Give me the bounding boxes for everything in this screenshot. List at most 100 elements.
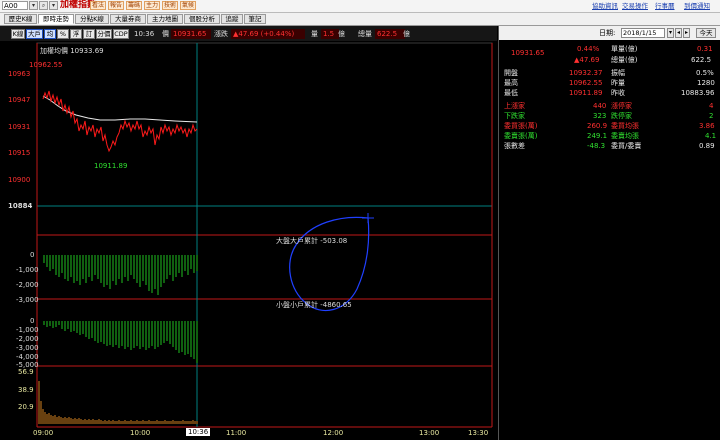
stat-value: 10911.89 <box>569 89 603 97</box>
menu-tab[interactable]: 看法 <box>90 1 106 10</box>
tab-tracking[interactable]: 追蹤 <box>221 14 243 24</box>
stat-value: 4.1 <box>705 132 717 140</box>
dropdown-icon[interactable]: ▾ <box>29 1 38 10</box>
big-axis-tick: -3,000 <box>16 296 39 304</box>
total-volume-value: 622.5 <box>691 56 712 64</box>
tab-notes[interactable]: 筆記 <box>244 14 266 24</box>
volume-axis-tick: 38.9 <box>18 386 34 394</box>
time-axis-tick: 13:00 <box>419 429 440 437</box>
tab-large-broker[interactable]: 大量券商 <box>110 14 146 24</box>
time-axis-tick: 11:00 <box>226 429 247 437</box>
price-value: 10931.65 <box>171 29 211 39</box>
next-day-icon[interactable]: ▸ <box>683 28 690 38</box>
stat-value: 10883.96 <box>681 89 715 97</box>
cdp-button[interactable]: CDP <box>113 29 129 39</box>
link-help[interactable]: 協助資訊 <box>592 1 618 11</box>
stat-value: 323 <box>593 112 607 120</box>
date-bar: 日期: 2018/1/15 ▾ ◂ ▸ 今天 <box>499 26 720 40</box>
stat-label: 委賣均張 <box>611 132 639 140</box>
price-axis-tick: 10884 <box>8 202 33 210</box>
date-input[interactable]: 2018/1/15 <box>621 28 665 38</box>
link-price-alert[interactable]: 到價通知 <box>684 1 710 11</box>
order-row: 委賣張(萬) 249.1 委賣均張 4.1 <box>499 132 720 141</box>
time-axis-tick: 12:00 <box>323 429 344 437</box>
big-axis-tick: -1,000 <box>16 266 39 274</box>
stat-label: 昨量 <box>611 79 625 87</box>
link-calendar[interactable]: 行事曆 <box>655 1 675 11</box>
quote-row: ▲47.69 總量(億) 622.5 <box>499 56 720 65</box>
stat-value: 1280 <box>697 79 715 87</box>
volume-axis-tick: 56.9 <box>18 368 34 376</box>
float-button[interactable]: 浮 <box>70 29 82 39</box>
stat-value: 0.89 <box>699 142 715 150</box>
intraday-chart[interactable]: 加權均價 10933.69 10962.55 10911.89 10963 10… <box>0 41 497 440</box>
small-axis-tick: -2,000 <box>16 335 39 343</box>
unit-volume-value: 0.31 <box>697 45 713 53</box>
date-label: 日期: <box>599 29 616 37</box>
stat-value: 440 <box>593 102 607 110</box>
stat-value: 10932.37 <box>569 69 603 77</box>
tab-minute-kline[interactable]: 分點K線 <box>75 14 109 24</box>
dropdown-icon[interactable]: ▾ <box>667 28 674 38</box>
average-button[interactable]: 均 <box>44 29 56 39</box>
quote-panel: 日期: 2018/1/15 ▾ ◂ ▸ 今天 10931.65 0.44% 單量… <box>498 26 720 440</box>
menu-tab[interactable]: 主力 <box>144 1 160 10</box>
change-value: ▲47.69 (+0.44%) <box>231 29 305 39</box>
stat-label: 委買張(萬) <box>504 122 538 130</box>
stat-value: 260.9 <box>587 122 608 130</box>
tab-main-force-map[interactable]: 主力地圖 <box>147 14 183 24</box>
volume-value: 1.5 <box>321 29 339 39</box>
stat-value: 10962.55 <box>569 79 603 87</box>
menu-tab[interactable]: 報告 <box>108 1 124 10</box>
stat-label: 漲停家 <box>611 102 632 110</box>
unit-volume-label: 單量(億) <box>611 45 638 53</box>
tab-stock-analysis[interactable]: 個股分析 <box>184 14 220 24</box>
tab-realtime[interactable]: 即時走勢 <box>38 14 74 24</box>
order-row: 委買張(萬) 260.9 委買均張 3.86 <box>499 122 720 131</box>
menu-tab[interactable]: 籌碼 <box>126 1 142 10</box>
stat-label: 昨收 <box>611 89 625 97</box>
stat-label: 最低 <box>504 89 518 97</box>
prev-day-icon[interactable]: ◂ <box>675 28 682 38</box>
today-button[interactable]: 今天 <box>696 28 716 38</box>
percent-button[interactable]: % <box>57 29 69 39</box>
chart-toolbar: K線 大戶 均 % 浮 訂 分價 CDP 10:36 價 10931.65 漲跌… <box>0 26 497 41</box>
stat-label: 最高 <box>504 79 518 87</box>
stat-value: -48.3 <box>587 142 606 150</box>
price-axis-tick: 10947 <box>8 96 31 104</box>
small-axis-tick: -1,000 <box>16 326 39 334</box>
order-button[interactable]: 訂 <box>83 29 95 39</box>
price-label: 價 <box>162 30 169 38</box>
stat-label: 委買/委賣 <box>611 142 642 150</box>
high-annotation: 10962.55 <box>29 61 63 69</box>
stats-row: 最高 10962.55 昨量 1280 <box>499 79 720 88</box>
price-axis-tick: 10915 <box>8 149 31 157</box>
time-axis-tick: 09:00 <box>33 429 54 437</box>
stat-label: 跌停家 <box>611 112 632 120</box>
search-icon[interactable]: ⌕ <box>39 1 48 10</box>
small-axis-tick: -3,000 <box>16 344 39 352</box>
volume-axis-tick: 20.9 <box>18 403 34 411</box>
link-trade[interactable]: 交易操作 <box>622 1 648 11</box>
small-axis-tick: -4,000 <box>16 353 39 361</box>
big-player-button[interactable]: 大戶 <box>26 29 43 39</box>
menu-tab[interactable]: 技術 <box>162 1 178 10</box>
menu-tab[interactable]: 氣候 <box>180 1 196 10</box>
price-distribution-button[interactable]: 分價 <box>96 29 112 39</box>
small-player-label: 小盤小戶累計 -4860.65 <box>276 301 352 309</box>
total-unit: 億 <box>403 30 410 38</box>
dropdown-icon[interactable]: ▾ <box>49 1 58 10</box>
top-bar: A00 ▾ ⌕ ▾ 加權指數 看法 報告 籌碼 主力 技術 氣候 協助資訊 交易… <box>0 0 720 13</box>
stats-row: 最低 10911.89 昨收 10883.96 <box>499 89 720 98</box>
tab-history-kline[interactable]: 歷史K線 <box>4 14 37 24</box>
stat-label: 張數差 <box>504 142 525 150</box>
price-axis-tick: 10963 <box>8 70 31 78</box>
price-axis-tick: 10900 <box>8 176 31 184</box>
big-player-label: 大盤大戶累計 -503.08 <box>276 237 348 245</box>
volume-unit: 億 <box>338 30 345 38</box>
time-axis-tick: 10:00 <box>130 429 151 437</box>
symbol-input[interactable]: A00 <box>2 1 28 10</box>
stat-value: 0.5% <box>696 69 714 77</box>
time-axis-tick: 13:30 <box>468 429 489 437</box>
kline-button[interactable]: K線 <box>11 29 25 39</box>
